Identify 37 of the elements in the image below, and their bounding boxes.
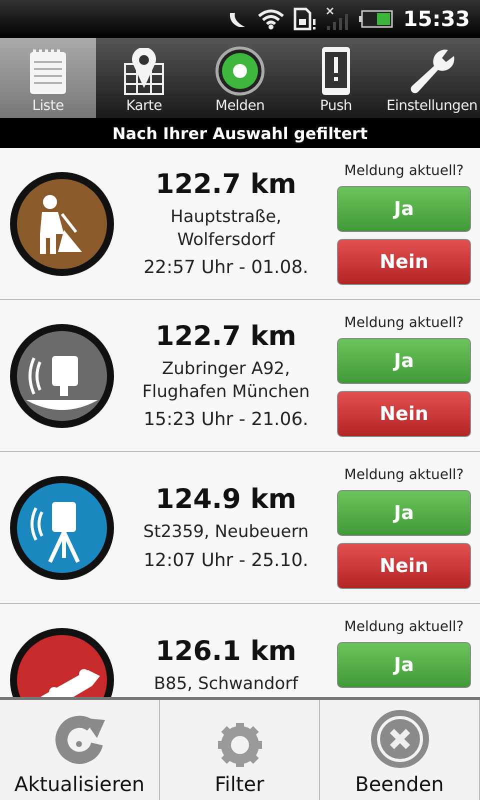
report-time: 15:23 Uhr - 21.06. [144,408,308,430]
tab[interactable]: Push [288,38,384,118]
close-icon [370,710,428,768]
battery-icon [359,10,394,28]
clock-time: 15:33 [403,7,470,31]
wrench-icon [408,48,456,96]
settings-icon [216,722,262,768]
menu-item[interactable]: Beenden [320,700,480,800]
distance: 122.7 km [156,169,296,200]
tab[interactable]: Melden [192,38,288,118]
sim-card-icon [293,7,318,31]
question-label: Meldung aktuell? [344,466,464,482]
menu-item[interactable]: Aktualisieren [0,700,160,800]
filter-banner: Nach Ihrer Auswahl gefiltert [0,118,480,148]
tab[interactable]: Einstellungen [384,38,480,118]
phone-alert-icon [321,46,351,96]
map-pin-icon [123,48,165,96]
no-button[interactable]: Nein [337,390,471,436]
notepad-icon [28,48,68,96]
record-icon [215,46,265,96]
tab[interactable]: Karte [96,38,192,118]
wifi-icon [257,8,286,30]
location: Hauptstraße, Wolfersdorf [170,206,282,251]
distance: 126.1 km [156,636,296,667]
report-time: 12:07 Uhr - 25.10. [144,550,308,571]
location: Zubringer A92, Flughafen München [141,358,311,403]
report-time: 22:57 Uhr - 01.08. [144,256,308,278]
question-label: Meldung aktuell? [344,162,464,178]
distance: 124.9 km [156,484,296,516]
no-button[interactable]: Nein [337,238,471,284]
location: B85, Schwandorf [154,672,298,696]
question-label: Meldung aktuell? [344,314,464,330]
distance: 122.7 km [156,321,296,352]
menu-item[interactable]: Filter [160,700,320,800]
no-button[interactable]: Nein [337,542,471,588]
question-label: Meldung aktuell? [344,618,464,634]
location: St2359, Neubeuern [143,521,309,544]
